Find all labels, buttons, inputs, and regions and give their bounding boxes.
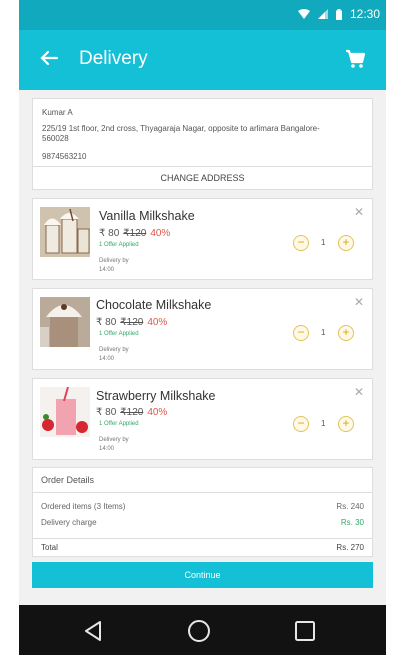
nav-recents-icon[interactable]: [293, 619, 317, 643]
plus-icon[interactable]: +: [338, 416, 354, 432]
delivery-charge-row: Delivery charge Rs. 30: [41, 518, 364, 527]
delivery-label: Delivery by: [99, 258, 129, 264]
nav-back-icon[interactable]: [81, 619, 105, 643]
divider: [33, 538, 372, 539]
address-phone: 9874563210: [42, 152, 87, 161]
wifi-icon: [297, 9, 310, 19]
phone-screen: 12:30 Delivery Kumar A 225/19 1st floor,…: [19, 0, 386, 655]
signal-icon: [317, 9, 328, 19]
system-nav-bar: [19, 605, 386, 655]
product-name: Chocolate Milkshake: [96, 298, 212, 312]
status-bar: 12:30: [19, 0, 386, 30]
delivery-time: 14:00: [99, 446, 115, 452]
change-address-button[interactable]: CHANGE ADDRESS: [33, 166, 372, 190]
delivery-label: Delivery by: [99, 437, 129, 443]
price-row: ₹ 80 ₹120 40%: [99, 228, 170, 239]
ordered-items-value: Rs. 240: [336, 502, 364, 511]
delivery-info: Delivery by 14:00: [99, 346, 129, 364]
discount: 40%: [150, 228, 171, 239]
cart-item-chocolate: Chocolate Milkshake ₹ 80 ₹120 40% 1 Offer …: [32, 288, 373, 370]
offer-text: 1 Offer Applied: [99, 331, 139, 337]
cart-item-strawberry: Strawberry Milkshake ₹ 80 ₹120 40% 1 Offer…: [32, 378, 373, 460]
original-price: ₹120: [120, 317, 144, 328]
nav-home-icon[interactable]: [187, 619, 211, 643]
price: ₹ 80: [96, 317, 117, 328]
order-details-card: Order Details Ordered items (3 Items) Rs…: [32, 467, 373, 557]
page-title: Delivery: [79, 48, 148, 69]
quantity: 1: [321, 238, 326, 247]
plus-icon[interactable]: +: [338, 325, 354, 341]
product-image: [40, 387, 90, 437]
original-price: ₹120: [120, 407, 144, 418]
ordered-items-label: Ordered items (3 Items): [41, 502, 126, 511]
quantity: 1: [321, 419, 326, 428]
minus-icon[interactable]: −: [293, 235, 309, 251]
battery-icon: [335, 8, 342, 20]
price-row: ₹ 80 ₹120 40%: [96, 407, 167, 418]
cart-icon[interactable]: [344, 48, 366, 70]
back-arrow-icon[interactable]: [35, 44, 63, 72]
offer-text: 1 Offer Applied: [99, 242, 139, 248]
product-image: [40, 207, 90, 257]
delivery-label: Delivery by: [99, 347, 129, 353]
price: ₹ 80: [99, 228, 120, 239]
total-row: Total Rs. 270: [41, 543, 364, 552]
product-name: Vanilla Milkshake: [99, 209, 195, 223]
product-name: Strawberry Milkshake: [96, 389, 216, 403]
total-label: Total: [41, 543, 58, 552]
price-row: ₹ 80 ₹120 40%: [96, 317, 167, 328]
app-bar: Delivery: [19, 30, 386, 90]
ordered-items-row: Ordered items (3 Items) Rs. 240: [41, 502, 364, 511]
offer-text: 1 Offer Applied: [99, 421, 139, 427]
minus-icon[interactable]: −: [293, 416, 309, 432]
price: ₹ 80: [96, 407, 117, 418]
address-line: 225/19 1st floor, 2nd cross, Thyagaraja …: [42, 124, 320, 143]
cart-item-vanilla: Vanilla Milkshake ₹ 80 ₹120 40% 1 Offer Ap…: [32, 198, 373, 280]
quantity: 1: [321, 328, 326, 337]
delivery-charge-value: Rs. 30: [340, 518, 364, 527]
product-image: [40, 297, 90, 347]
total-value: Rs. 270: [336, 543, 364, 552]
delivery-time: 14:00: [99, 356, 115, 362]
address-name: Kumar A: [42, 108, 73, 117]
delivery-info: Delivery by 14:00: [99, 436, 129, 454]
plus-icon[interactable]: +: [338, 235, 354, 251]
address-card: Kumar A 225/19 1st floor, 2nd cross, Thy…: [32, 98, 373, 190]
minus-icon[interactable]: −: [293, 325, 309, 341]
continue-button[interactable]: Continue: [32, 562, 373, 588]
original-price: ₹120: [123, 228, 147, 239]
discount: 40%: [147, 407, 168, 418]
status-time: 12:30: [349, 7, 380, 21]
order-details-title: Order Details: [33, 468, 372, 493]
delivery-info: Delivery by 14:00: [99, 257, 129, 275]
close-icon[interactable]: ✕: [354, 295, 364, 309]
close-icon[interactable]: ✕: [354, 205, 364, 219]
delivery-charge-label: Delivery charge: [41, 518, 97, 527]
delivery-time: 14:00: [99, 267, 115, 273]
discount: 40%: [147, 317, 168, 328]
close-icon[interactable]: ✕: [354, 385, 364, 399]
